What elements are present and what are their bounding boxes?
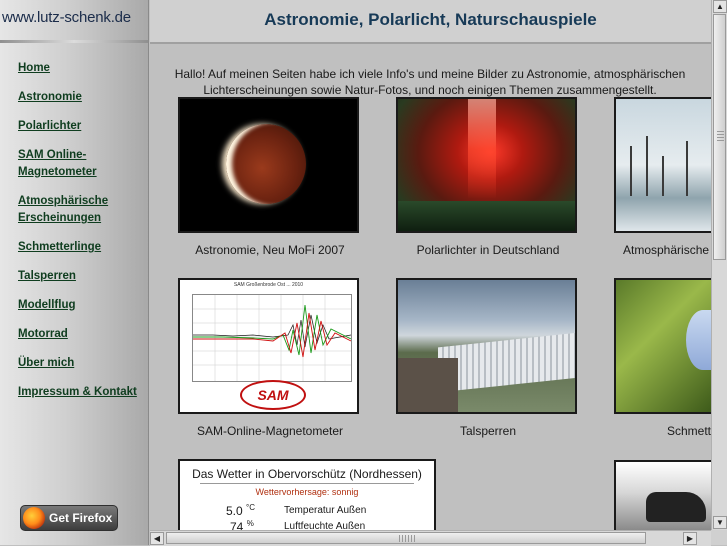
humidity-unit: % <box>246 519 254 528</box>
temperature-value: 5.0 °C <box>226 503 255 518</box>
temperature-unit: °C <box>246 503 256 512</box>
polarlichter-thumbnail[interactable] <box>396 97 577 233</box>
sam-logo-icon: SAM <box>240 380 306 410</box>
temperature-number: 5.0 <box>226 504 243 518</box>
scrollbar-corner <box>711 530 727 545</box>
astronomie-thumbnail[interactable] <box>178 97 359 233</box>
butterfly-icon <box>686 310 712 370</box>
nav-uber-mich[interactable]: Über mich <box>18 355 146 372</box>
tree-icon <box>662 156 664 196</box>
intro-text: Hallo! Auf meinen Seiten habe ich viele … <box>174 67 686 97</box>
sam-caption[interactable]: SAM-Online-Magnetometer <box>170 424 370 438</box>
polarlichter-caption[interactable]: Polarlichter in Deutschland <box>388 243 588 257</box>
temperature-label: Temperatur Außen <box>284 505 367 516</box>
get-firefox-label: Get Firefox <box>49 511 113 525</box>
talsperren-caption[interactable]: Talsperren <box>388 424 588 438</box>
tree-icon <box>630 146 632 196</box>
magnetometer-chart-icon <box>192 294 352 382</box>
tree-icon <box>686 141 688 196</box>
vertical-scrollbar[interactable]: ▲ ▼ <box>711 0 727 530</box>
nav-sam-magnetometer[interactable]: SAM Online-Magnetometer <box>18 147 108 181</box>
scroll-down-arrow-icon[interactable]: ▼ <box>713 516 727 529</box>
weather-widget[interactable]: Das Wetter in Obervorschütz (Nordhessen)… <box>178 459 436 539</box>
sidebar-divider <box>0 40 148 43</box>
nav-home[interactable]: Home <box>18 60 146 77</box>
tree-icon <box>646 136 648 196</box>
grip-icon <box>399 535 415 542</box>
nav-atmospharische-erscheinungen[interactable]: Atmosphärische Erscheinungen <box>18 193 114 227</box>
weather-divider <box>200 483 414 484</box>
site-url[interactable]: www.lutz-schenk.de <box>2 9 131 26</box>
grip-icon <box>717 131 724 141</box>
nav-modellflug[interactable]: Modellflug <box>18 297 146 314</box>
dam-building <box>398 358 458 412</box>
sam-chart-title: SAM Großenbrode Ost ... 2010 <box>233 282 304 288</box>
scroll-left-arrow-icon[interactable]: ◀ <box>150 532 164 545</box>
nav-talsperren[interactable]: Talsperren <box>18 268 146 285</box>
aurora-ground <box>398 201 575 231</box>
page-header: Astronomie, Polarlicht, Naturschauspiele <box>150 0 711 44</box>
dam-icon <box>438 332 575 393</box>
atmospharische-caption[interactable]: Atmosphärische <box>614 243 723 257</box>
scroll-right-arrow-icon[interactable]: ▶ <box>683 532 697 545</box>
page-title: Astronomie, Polarlicht, Naturschauspiele <box>264 10 597 29</box>
vertical-scroll-thumb[interactable] <box>713 14 726 260</box>
atmospharische-thumbnail[interactable] <box>614 97 714 233</box>
get-firefox-button[interactable]: Get Firefox <box>20 505 118 531</box>
nav-schmetterlinge[interactable]: Schmetterlinge <box>18 239 146 256</box>
nav-polarlichter[interactable]: Polarlichter <box>18 118 146 135</box>
weather-title: Das Wetter in Obervorschütz (Nordhessen) <box>192 467 422 481</box>
aurora-icon <box>468 99 496 199</box>
nav-motorrad[interactable]: Motorrad <box>18 326 146 343</box>
moon-crescent <box>226 124 306 204</box>
weather-forecast: Wettervorhersage: sonnig <box>255 487 359 497</box>
horizontal-scroll-thumb[interactable] <box>166 532 646 544</box>
horizontal-scrollbar[interactable]: ◀ ▶ <box>150 530 711 546</box>
talsperren-thumbnail[interactable] <box>396 278 577 414</box>
motorrad-thumbnail[interactable] <box>614 460 714 540</box>
nav-impressum-kontakt[interactable]: Impressum & Kontakt <box>18 384 146 401</box>
astronomie-caption[interactable]: Astronomie, Neu MoFi 2007 <box>170 243 370 257</box>
firefox-icon <box>23 507 45 529</box>
sidebar: www.lutz-schenk.de Home Astronomie Polar… <box>0 0 149 545</box>
nav-astronomie[interactable]: Astronomie <box>18 89 146 106</box>
schmetterlinge-thumbnail[interactable] <box>614 278 714 414</box>
motorcycle-icon <box>646 492 706 522</box>
scroll-up-arrow-icon[interactable]: ▲ <box>713 0 727 13</box>
sam-magnetometer-thumbnail[interactable]: SAM Großenbrode Ost ... 2010 SAM <box>178 278 359 414</box>
